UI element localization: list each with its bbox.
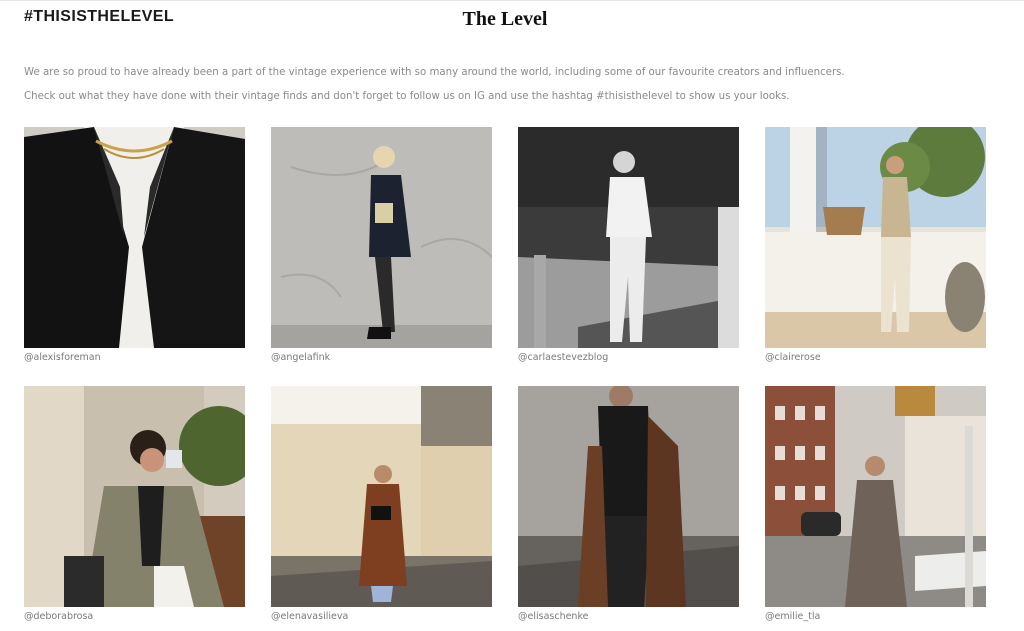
instagram-handle-link[interactable]: @angelafink — [271, 352, 492, 368]
gallery-card: @deborabrosa — [24, 386, 245, 627]
instagram-handle-link[interactable]: @alexisforeman — [24, 352, 245, 368]
gallery-photo[interactable] — [765, 127, 986, 348]
brand-logo[interactable]: The Level — [0, 8, 1010, 31]
gallery-card: @alexisforeman — [24, 127, 245, 368]
gallery-photo[interactable] — [271, 127, 492, 348]
gallery-card: @clairerose — [765, 127, 986, 368]
gallery-photo[interactable] — [518, 386, 739, 607]
intro-line-1: We are so proud to have already been a p… — [24, 67, 845, 78]
gallery-photo[interactable] — [24, 386, 245, 607]
instagram-handle-link[interactable]: @deborabrosa — [24, 611, 245, 627]
gallery-card: @emilie_tla — [765, 386, 986, 627]
top-divider — [0, 0, 1024, 1]
instagram-handle-link[interactable]: @elisaschenke — [518, 611, 739, 627]
instagram-handle-link[interactable]: @carlaestevezblog — [518, 352, 739, 368]
gallery-card: @elenavasilieva — [271, 386, 492, 627]
intro-line-2: Check out what they have done with their… — [24, 91, 790, 102]
instagram-handle-link[interactable]: @clairerose — [765, 352, 986, 368]
gallery-card: @elisaschenke — [518, 386, 739, 627]
gallery-photo[interactable] — [518, 127, 739, 348]
influencer-gallery: @alexisforeman @angelafink @carlaestevez… — [24, 127, 986, 627]
intro-text: We are so proud to have already been a p… — [24, 61, 984, 109]
gallery-photo[interactable] — [765, 386, 986, 607]
gallery-card: @carlaestevezblog — [518, 127, 739, 368]
gallery-card: @angelafink — [271, 127, 492, 368]
instagram-handle-link[interactable]: @emilie_tla — [765, 611, 986, 627]
gallery-photo[interactable] — [24, 127, 245, 348]
instagram-handle-link[interactable]: @elenavasilieva — [271, 611, 492, 627]
gallery-photo[interactable] — [271, 386, 492, 607]
